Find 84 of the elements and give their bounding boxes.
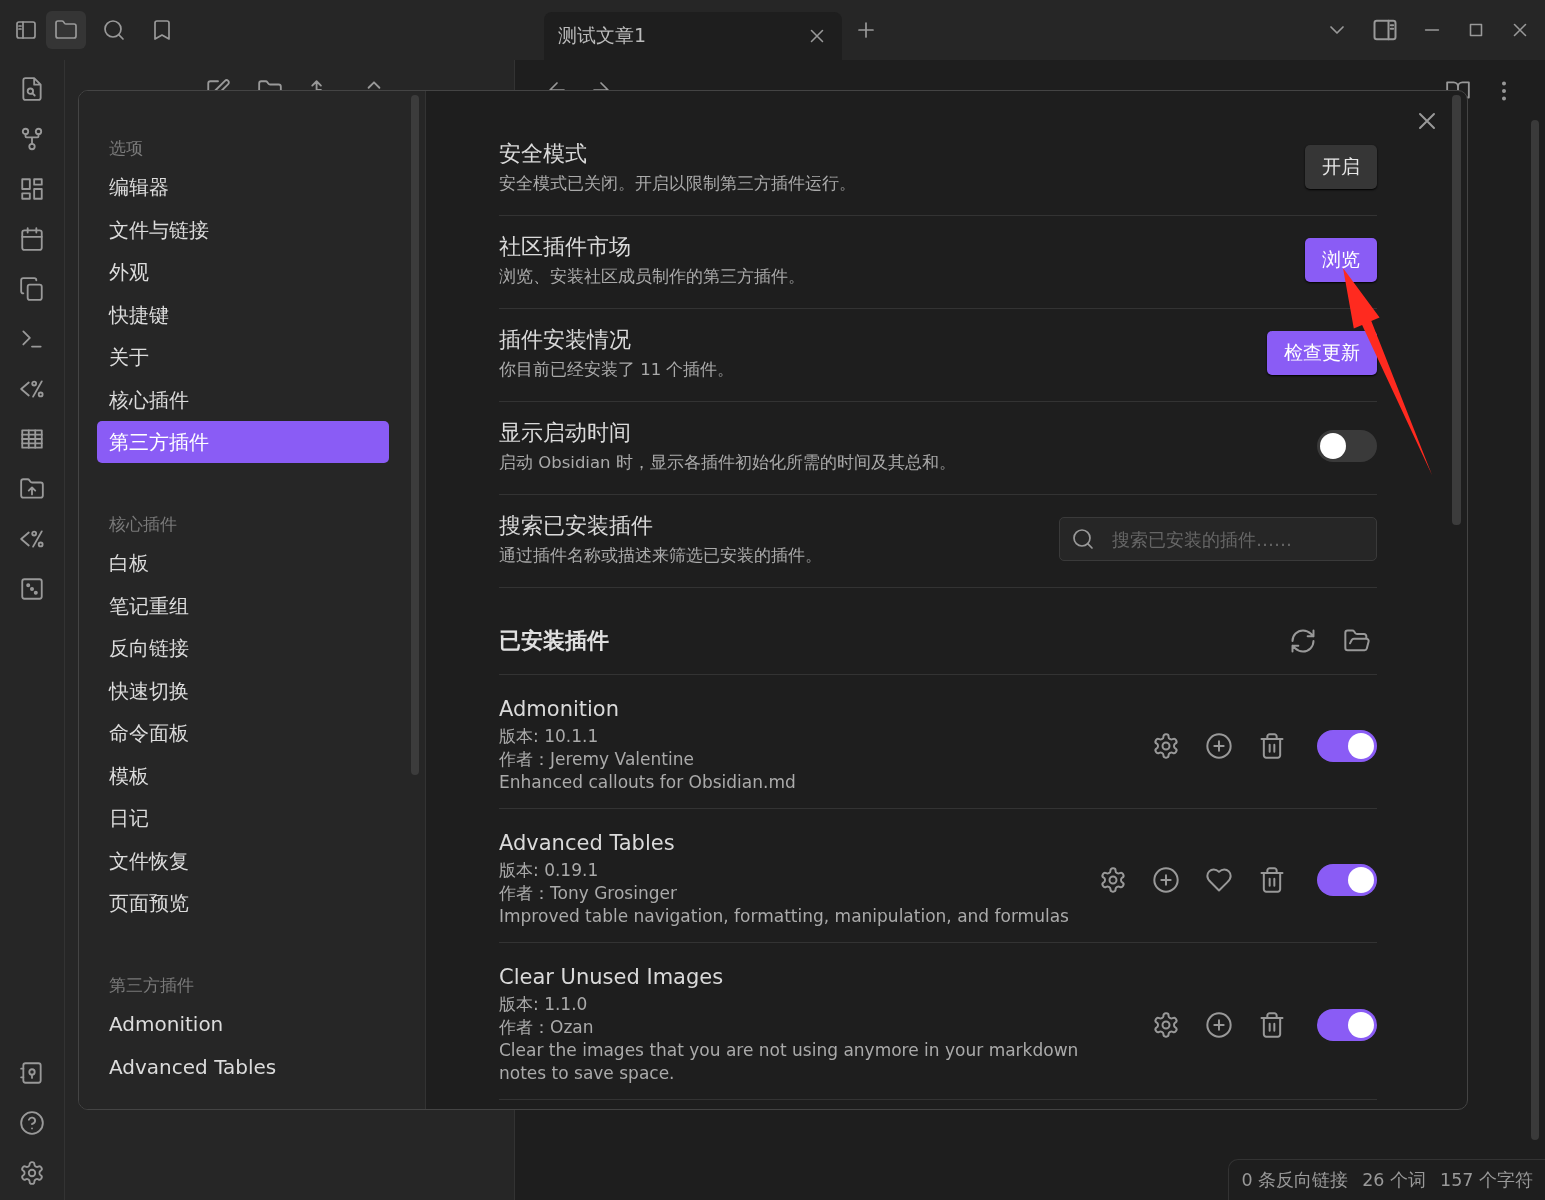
toggle-switch[interactable] (1317, 430, 1377, 462)
status-item: 157 个字符 (1440, 1169, 1533, 1192)
sidebar-item[interactable]: Advanced Tables (97, 1045, 389, 1088)
folder-icon (54, 18, 78, 42)
plugin-author: 作者：Ozan (499, 1016, 595, 1039)
refresh-icon[interactable] (1289, 627, 1317, 655)
plus-circle-icon[interactable] (1205, 731, 1233, 760)
setting-description: 启动 Obsidian 时，显示各插件初始化所需的时间及其总和。 (499, 452, 957, 474)
plus-circle-icon[interactable] (1152, 865, 1180, 894)
trash-icon[interactable] (1258, 1011, 1286, 1039)
plugin-name: Admonition (499, 697, 620, 721)
search-field[interactable]: 搜索已安装的插件…… (1059, 517, 1377, 561)
status-item: 0 条反向链接 (1241, 1169, 1349, 1192)
sidebar-tab[interactable] (46, 11, 86, 49)
sidebar-item[interactable]: 快速切换 (97, 669, 389, 712)
plugin-name: Advanced Tables (499, 831, 676, 855)
plugin-author: 作者：Tony Grosinger (499, 882, 678, 905)
dashboard-icon[interactable] (19, 176, 45, 202)
copy-icon[interactable] (19, 276, 45, 302)
sidebar-item[interactable]: 日记 (97, 797, 389, 839)
toggle-switch[interactable] (1317, 729, 1377, 762)
settings-icon[interactable] (1152, 1011, 1180, 1039)
plugin-version: 版本: 10.1.1 (499, 725, 600, 748)
setting-title: 社区插件市场 (499, 233, 632, 261)
section-heading: 选项 (108, 137, 144, 160)
sidebar-item[interactable]: 文件与链接 (97, 208, 389, 251)
action-button[interactable]: 浏览 (1305, 238, 1377, 282)
folder-upload-icon[interactable] (19, 476, 45, 502)
setting-title: 搜索已安装插件 (499, 512, 654, 540)
editor-tab[interactable]: 测试文章1 (544, 12, 842, 60)
toggle-switch[interactable] (1317, 1009, 1377, 1041)
status-item: 26 个词 (1362, 1169, 1427, 1192)
setting-description: 你目前已经安装了 11 个插件。 (499, 359, 736, 381)
sidebar-item[interactable]: Admonition (97, 1003, 389, 1045)
search-icon (102, 18, 126, 42)
dice-icon[interactable] (19, 576, 45, 602)
setting-title: 插件安装情况 (499, 326, 632, 354)
sidebar-item[interactable]: 核心插件 (97, 378, 389, 421)
action-button[interactable]: 检查更新 (1267, 331, 1377, 375)
setting-description: 通过插件名称或描述来筛选已安装的插件。 (499, 545, 823, 567)
plus-circle-icon[interactable] (1205, 1011, 1233, 1039)
scrollbar[interactable] (1531, 120, 1539, 1140)
sidebar-toggle-icon[interactable] (14, 18, 38, 42)
plugin-version: 版本: 0.19.1 (499, 859, 600, 882)
setting-description: 安全模式已关闭。开启以限制第三方插件运行。 (499, 173, 857, 195)
calendar-icon[interactable] (19, 226, 45, 252)
sidebar-item[interactable]: 白板 (97, 542, 389, 584)
table-icon[interactable] (19, 426, 45, 452)
sidebar-item[interactable]: 模板 (97, 754, 389, 797)
plugin-description: Improved table navigation, formatting, manipulation, and formulas (499, 905, 1070, 928)
sidebar-item[interactable]: 快捷键 (97, 293, 389, 336)
setting-title: 安全模式 (499, 140, 588, 168)
sidebar-item[interactable]: 外观 (97, 251, 389, 293)
scrollbar[interactable] (1452, 95, 1461, 525)
file-search-icon[interactable] (19, 76, 45, 102)
action-button[interactable]: 开启 (1305, 145, 1377, 189)
settings-icon[interactable] (19, 1160, 45, 1186)
toggle-switch[interactable] (1317, 863, 1377, 896)
sidebar-item[interactable]: 页面预览 (97, 882, 389, 924)
help-icon[interactable] (19, 1110, 45, 1136)
plugin-name: Clear Unused Images (499, 965, 725, 989)
plugin-author: 作者：Jeremy Valentine (499, 748, 695, 771)
setting-title: 显示启动时间 (499, 419, 632, 447)
sidebar-item[interactable]: 文件恢复 (97, 839, 389, 882)
fork-icon[interactable] (19, 126, 45, 152)
trash-icon[interactable] (1258, 865, 1286, 894)
sidebar-item[interactable]: 反向链接 (97, 627, 389, 669)
setting-description: 浏览、安装社区成员制作的第三方插件。 (499, 266, 806, 288)
section-heading: 已安装插件 (499, 627, 609, 655)
plugin-description: Clear the images that you are not using anymore in your markdown notes to save space. (499, 1039, 1080, 1085)
search-icon (1071, 527, 1095, 551)
sidebar-item[interactable]: 笔记重组 (97, 584, 389, 627)
sidebar-item[interactable]: 编辑器 (97, 166, 389, 208)
section-heading: 核心插件 (108, 513, 178, 536)
settings-icon[interactable] (1152, 731, 1180, 760)
plugin-version: 版本: 1.1.0 (499, 993, 589, 1016)
settings-icon[interactable] (1099, 865, 1127, 894)
vault-icon[interactable] (19, 1060, 45, 1086)
sidebar-item[interactable]: 关于 (97, 336, 389, 378)
sidebar-item[interactable]: 命令面板 (97, 712, 389, 754)
section-heading: 第三方插件 (108, 974, 195, 997)
sidebar-item[interactable]: 第三方插件 (97, 421, 389, 463)
plugin-description: Enhanced callouts for Obsidian.md (499, 771, 797, 794)
trash-icon[interactable] (1258, 731, 1286, 760)
